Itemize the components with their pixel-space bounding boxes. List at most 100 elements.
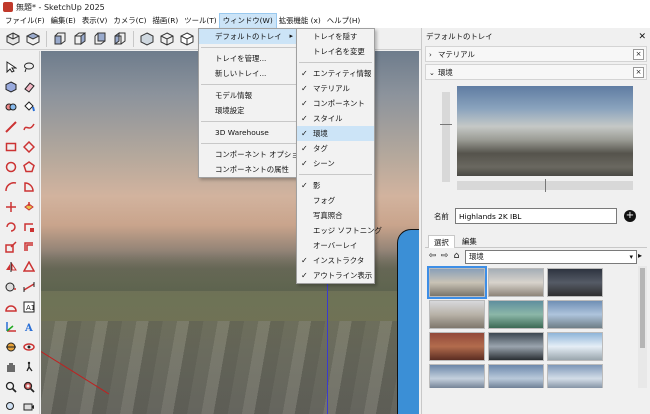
circle-tool-icon[interactable] bbox=[3, 159, 19, 175]
environment-thumbnail[interactable] bbox=[547, 300, 603, 329]
menu-manage-trays[interactable]: トレイを管理... bbox=[199, 51, 298, 66]
menu-new-tray[interactable]: 新しいトレイ... bbox=[199, 66, 298, 81]
axes-tool-icon[interactable] bbox=[3, 319, 19, 335]
menu-match-photo[interactable]: 写真照合 bbox=[297, 208, 374, 223]
vertical-rotation-slider[interactable] bbox=[442, 92, 450, 182]
close-icon[interactable]: × bbox=[633, 49, 644, 60]
environment-thumbnail[interactable] bbox=[488, 268, 544, 297]
environment-thumbnail[interactable] bbox=[429, 364, 485, 388]
close-icon[interactable]: × bbox=[633, 67, 644, 78]
horizontal-slider-thumb[interactable] bbox=[545, 179, 546, 192]
menu-styles[interactable]: ✓ スタイル bbox=[297, 111, 374, 126]
scale-figure[interactable] bbox=[397, 229, 419, 414]
tab-select[interactable]: 選択 bbox=[428, 235, 455, 248]
panel-materials-header[interactable]: › マテリアル × bbox=[425, 46, 647, 62]
wireframe-style-icon[interactable] bbox=[158, 30, 176, 48]
orbit-tool-icon[interactable] bbox=[21, 339, 37, 355]
close-icon[interactable]: ✕ bbox=[638, 28, 646, 46]
protractor-icon[interactable] bbox=[3, 299, 19, 315]
pan-tool-icon[interactable] bbox=[3, 359, 19, 375]
pie-tool-icon[interactable] bbox=[21, 179, 37, 195]
line-tool-icon[interactable] bbox=[3, 119, 19, 135]
menu-tools[interactable]: ツール(T) bbox=[181, 14, 219, 28]
menu-component-options[interactable]: コンポーネント オプション bbox=[199, 147, 306, 162]
scale-tool-icon[interactable] bbox=[3, 239, 19, 255]
tape-measure-icon[interactable] bbox=[3, 279, 19, 295]
iso-view-icon[interactable] bbox=[4, 30, 22, 48]
menu-shadows[interactable]: ✓ 影 bbox=[297, 178, 374, 193]
environment-thumbnail[interactable] bbox=[488, 300, 544, 329]
hidden-line-style-icon[interactable] bbox=[178, 30, 196, 48]
environment-name-field[interactable] bbox=[455, 208, 617, 224]
zoom-tool-icon[interactable] bbox=[3, 379, 19, 395]
panel-environment-header[interactable]: ⌄ 環境 × bbox=[425, 64, 647, 80]
menu-rename-tray[interactable]: トレイ名を変更 bbox=[297, 44, 374, 59]
environment-preview-image[interactable] bbox=[457, 86, 633, 176]
xray-style-icon[interactable] bbox=[138, 30, 156, 48]
menu-model-info[interactable]: モデル情報 bbox=[199, 88, 298, 103]
text-tool-icon[interactable]: A1 bbox=[21, 299, 37, 315]
left-view-icon[interactable] bbox=[111, 30, 129, 48]
menu-hide-tray[interactable]: トレイを隠す bbox=[297, 29, 374, 44]
environment-thumbnail[interactable] bbox=[429, 300, 485, 329]
walk-tool-icon[interactable] bbox=[21, 359, 37, 375]
dimension-tool-icon[interactable] bbox=[21, 279, 37, 295]
back-arrow-icon[interactable]: ⇦ bbox=[427, 251, 438, 262]
back-view-icon[interactable] bbox=[91, 30, 109, 48]
environment-thumbnail[interactable] bbox=[547, 332, 603, 361]
environment-thumbnail[interactable] bbox=[488, 332, 544, 361]
make-component-icon[interactable] bbox=[3, 79, 19, 95]
zoom-window-icon[interactable] bbox=[21, 379, 37, 395]
thumbnail-scrollbar[interactable] bbox=[638, 266, 647, 388]
menu-edit[interactable]: 編集(E) bbox=[48, 14, 79, 28]
offset-tool-icon[interactable] bbox=[21, 239, 37, 255]
solid-tools-icon[interactable] bbox=[21, 259, 37, 275]
menu-view[interactable]: 表示(V) bbox=[79, 14, 111, 28]
environment-thumbnail[interactable] bbox=[429, 332, 485, 361]
rotated-rectangle-icon[interactable] bbox=[21, 139, 37, 155]
rectangle-tool-icon[interactable] bbox=[3, 139, 19, 155]
top-view-icon[interactable] bbox=[24, 30, 42, 48]
menu-overlays[interactable]: オーバーレイ bbox=[297, 238, 374, 253]
select-tool-icon[interactable] bbox=[3, 59, 19, 75]
details-arrow-icon[interactable]: ▸ bbox=[638, 251, 648, 262]
vertical-slider-thumb[interactable] bbox=[440, 124, 452, 125]
3d-text-icon[interactable]: A bbox=[21, 319, 37, 335]
position-camera-icon[interactable] bbox=[21, 399, 37, 414]
environment-thumbnail[interactable] bbox=[547, 268, 603, 297]
menu-entity-info[interactable]: ✓ エンティティ情報 bbox=[297, 66, 374, 81]
menu-soften-edges[interactable]: エッジ ソフトニング bbox=[297, 223, 382, 238]
menu-help[interactable]: ヘルプ(H) bbox=[324, 14, 364, 28]
zoom-extents-icon[interactable] bbox=[3, 399, 19, 414]
follow-me-icon[interactable] bbox=[21, 219, 37, 235]
forward-arrow-icon[interactable]: ⇨ bbox=[439, 251, 450, 262]
section-plane-icon[interactable] bbox=[3, 339, 19, 355]
environment-thumbnail[interactable] bbox=[547, 364, 603, 388]
move-tool-icon[interactable] bbox=[3, 199, 19, 215]
environment-thumbnail[interactable] bbox=[488, 364, 544, 388]
environment-thumbnail[interactable] bbox=[427, 266, 487, 299]
paint-bucket-icon[interactable] bbox=[21, 99, 37, 115]
home-icon[interactable]: ⌂ bbox=[451, 251, 462, 262]
menu-outliner[interactable]: ✓ アウトライン表示 bbox=[297, 268, 374, 283]
collection-select[interactable]: 環境 ▾ bbox=[465, 250, 637, 264]
menu-default-tray[interactable]: デフォルトのトレイ ▸ bbox=[199, 29, 298, 44]
front-view-icon[interactable] bbox=[51, 30, 69, 48]
tag-tool-icon[interactable] bbox=[3, 99, 19, 115]
freehand-tool-icon[interactable] bbox=[21, 119, 37, 135]
menu-environment[interactable]: ✓ 環境 bbox=[297, 126, 374, 141]
eraser-tool-icon[interactable] bbox=[21, 79, 37, 95]
polygon-tool-icon[interactable] bbox=[21, 159, 37, 175]
right-view-icon[interactable] bbox=[71, 30, 89, 48]
menu-draw[interactable]: 描画(R) bbox=[150, 14, 182, 28]
menu-preferences[interactable]: 環境設定 bbox=[199, 103, 298, 118]
tab-edit[interactable]: 編集 bbox=[457, 235, 482, 248]
menu-scenes[interactable]: ✓ シーン bbox=[297, 156, 374, 171]
flip-tool-icon[interactable] bbox=[3, 259, 19, 275]
menu-instructor[interactable]: ✓ インストラクタ bbox=[297, 253, 374, 268]
scrollbar-thumb[interactable] bbox=[640, 268, 645, 348]
menu-tags[interactable]: ✓ タグ bbox=[297, 141, 374, 156]
menu-3d-warehouse[interactable]: 3D Warehouse bbox=[199, 125, 298, 140]
push-pull-icon[interactable] bbox=[21, 199, 37, 215]
add-environment-icon[interactable]: + bbox=[624, 210, 636, 222]
